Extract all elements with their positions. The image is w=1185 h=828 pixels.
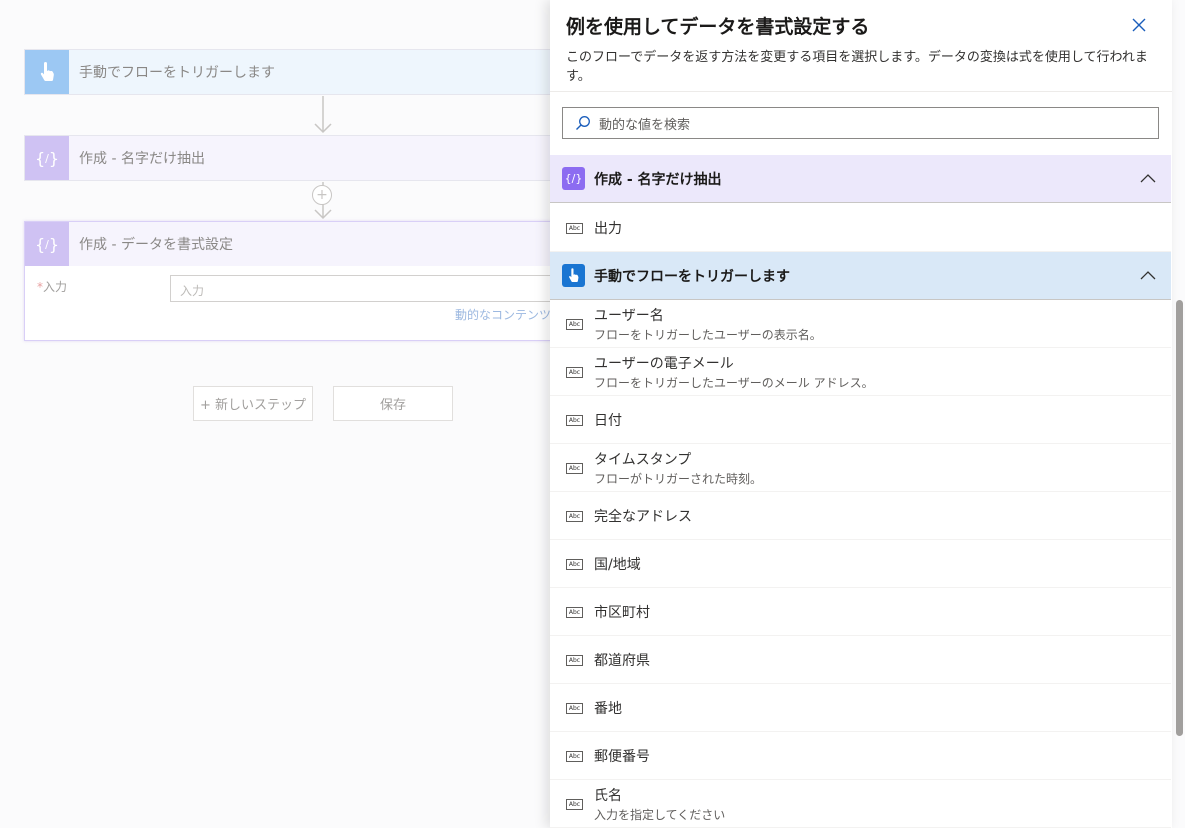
item-label: タイムスタンプ bbox=[594, 452, 692, 468]
trigger-card[interactable]: 手動でフローをトリガーします bbox=[24, 49, 564, 95]
list-item-street[interactable]: Abc 番地 bbox=[550, 684, 1171, 732]
text-type-icon: Abc bbox=[566, 223, 583, 234]
item-label: 都道府県 bbox=[594, 653, 650, 669]
section-title: 作成 - 名字だけ抽出 bbox=[594, 171, 722, 188]
compose-icon: {∕} bbox=[25, 222, 69, 266]
new-step-button[interactable]: + 新しいステップ bbox=[193, 386, 313, 421]
compose-card-2-title: 作成 - データを書式設定 bbox=[79, 237, 233, 253]
divider bbox=[550, 91, 1172, 92]
search-icon bbox=[576, 116, 590, 130]
input-field[interactable]: 入力 bbox=[170, 275, 570, 302]
panel-description: このフローでデータを返す方法を変更する項目を選択します。データの変換は式を使用し… bbox=[566, 50, 1148, 84]
text-type-icon: Abc bbox=[566, 607, 583, 618]
search-placeholder: 動的な値を検索 bbox=[599, 117, 691, 133]
item-description: フローをトリガーしたユーザーの表示名。 bbox=[594, 328, 822, 342]
compose-card-1[interactable]: {∕} 作成 - 名字だけ抽出 bbox=[24, 135, 564, 181]
item-label: 番地 bbox=[594, 701, 622, 717]
text-type-icon: Abc bbox=[566, 559, 583, 570]
connector-arrow bbox=[311, 96, 335, 140]
list-item-full-name[interactable]: Abc 氏名 入力を指定してください bbox=[550, 780, 1171, 828]
text-type-icon: Abc bbox=[566, 703, 583, 714]
list-item-prefecture[interactable]: Abc 都道府県 bbox=[550, 636, 1171, 684]
section-title: 手動でフローをトリガーします bbox=[594, 268, 790, 285]
section-header-compose[interactable]: {∕} 作成 - 名字だけ抽出 bbox=[550, 155, 1171, 203]
trigger-card-title: 手動でフローをトリガーします bbox=[79, 65, 275, 81]
text-type-icon: Abc bbox=[566, 319, 583, 330]
item-label: 完全なアドレス bbox=[594, 509, 692, 525]
list-item-user-name[interactable]: Abc ユーザー名 フローをトリガーしたユーザーの表示名。 bbox=[550, 300, 1171, 348]
item-label: ユーザーの電子メール bbox=[594, 356, 734, 372]
search-input[interactable]: 動的な値を検索 bbox=[562, 107, 1159, 139]
input-label: *入力 bbox=[37, 280, 68, 294]
text-type-icon: Abc bbox=[566, 367, 583, 378]
list-item-timestamp[interactable]: Abc タイムスタンプ フローがトリガーされた時刻。 bbox=[550, 444, 1171, 492]
dynamic-content-link[interactable]: 動的なコンテンツ bbox=[455, 306, 551, 323]
chevron-up-icon[interactable] bbox=[1139, 170, 1157, 188]
text-type-icon: Abc bbox=[566, 463, 583, 474]
section-header-trigger[interactable]: 手動でフローをトリガーします bbox=[550, 252, 1171, 300]
compose-card-1-title: 作成 - 名字だけ抽出 bbox=[79, 151, 205, 167]
compose-card-2-body: *入力 入力 動的なコンテンツ bbox=[25, 266, 570, 340]
panel-title: 例を使用してデータを書式設定する bbox=[566, 16, 870, 38]
text-type-icon: Abc bbox=[566, 751, 583, 762]
list-item-full-address[interactable]: Abc 完全なアドレス bbox=[550, 492, 1171, 540]
text-type-icon: Abc bbox=[566, 511, 583, 522]
dynamic-content-panel: 例を使用してデータを書式設定する このフローでデータを返す方法を変更する項目を選… bbox=[550, 0, 1172, 828]
insert-step-plus-icon[interactable]: + bbox=[312, 185, 332, 205]
item-description: フローをトリガーしたユーザーのメール アドレス。 bbox=[594, 376, 874, 390]
item-label: 市区町村 bbox=[594, 605, 650, 621]
item-label: 氏名 bbox=[594, 788, 622, 804]
list-item-user-email[interactable]: Abc ユーザーの電子メール フローをトリガーしたユーザーのメール アドレス。 bbox=[550, 348, 1171, 396]
trigger-card-header[interactable]: 手動でフローをトリガーします bbox=[25, 50, 563, 94]
item-label: 国/地域 bbox=[594, 557, 641, 573]
text-type-icon: Abc bbox=[566, 415, 583, 426]
list-item-output[interactable]: Abc 出力 bbox=[550, 204, 1171, 252]
item-label: 郵便番号 bbox=[594, 749, 650, 765]
item-label: 日付 bbox=[594, 413, 622, 429]
compose-icon: {∕} bbox=[562, 167, 585, 190]
panel-scrollbar[interactable] bbox=[1176, 300, 1183, 736]
compose-icon: {∕} bbox=[25, 136, 69, 180]
item-label: ユーザー名 bbox=[594, 308, 664, 324]
hand-touch-icon bbox=[25, 50, 69, 94]
compose-card-2-header[interactable]: {∕} 作成 - データを書式設定 bbox=[25, 222, 563, 266]
list-item-country[interactable]: Abc 国/地域 bbox=[550, 540, 1171, 588]
chevron-up-icon[interactable] bbox=[1139, 267, 1157, 285]
item-label: 出力 bbox=[594, 221, 622, 237]
text-type-icon: Abc bbox=[566, 655, 583, 666]
list-item-city[interactable]: Abc 市区町村 bbox=[550, 588, 1171, 636]
item-description: 入力を指定してください bbox=[594, 808, 726, 822]
text-type-icon: Abc bbox=[566, 799, 583, 810]
list-item-date[interactable]: Abc 日付 bbox=[550, 396, 1171, 444]
hand-touch-icon bbox=[562, 264, 585, 287]
compose-card-1-header[interactable]: {∕} 作成 - 名字だけ抽出 bbox=[25, 136, 563, 180]
list-item-postal-code[interactable]: Abc 郵便番号 bbox=[550, 732, 1171, 780]
save-button[interactable]: 保存 bbox=[333, 386, 453, 421]
compose-card-2[interactable]: {∕} 作成 - データを書式設定 *入力 入力 動的なコンテンツ bbox=[24, 221, 570, 341]
item-description: フローがトリガーされた時刻。 bbox=[594, 472, 763, 486]
close-icon[interactable] bbox=[1128, 14, 1150, 36]
